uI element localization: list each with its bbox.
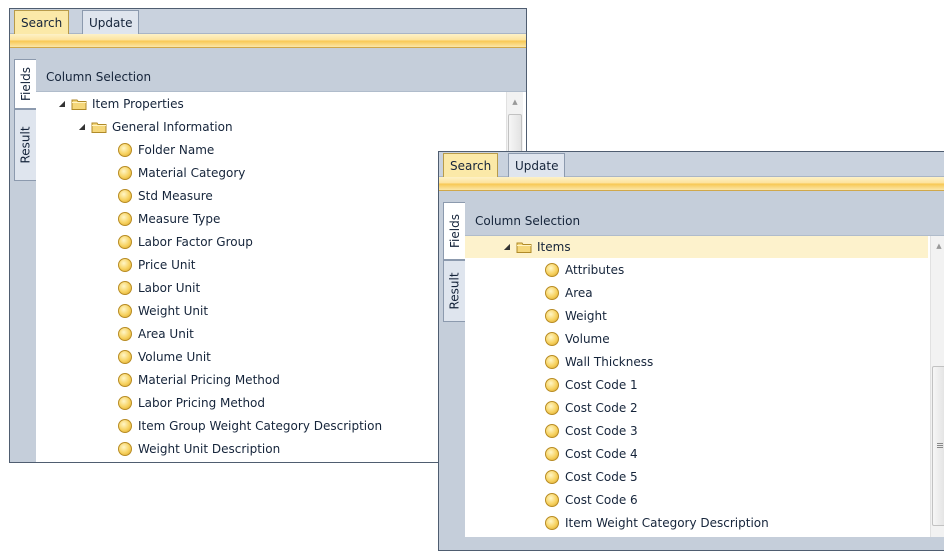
field-dot-icon	[118, 442, 132, 456]
scroll-thumb[interactable]	[508, 114, 522, 154]
scroll-thumb[interactable]	[932, 366, 944, 526]
top-tabstrip: Search Update	[439, 152, 944, 177]
field-dot-icon	[545, 516, 559, 530]
tree-field[interactable]: Folder Name	[118, 139, 214, 161]
tree-field[interactable]: Measure Type	[118, 208, 220, 230]
field-dot-icon	[118, 373, 132, 387]
folder-icon	[91, 121, 107, 133]
tree-field[interactable]: Area	[545, 282, 593, 304]
tree-field[interactable]: Attributes	[545, 259, 624, 281]
expanded-triangle-icon[interactable]: ◢	[56, 98, 68, 110]
column-selection-header: Column Selection	[475, 214, 581, 228]
folder-icon	[516, 241, 532, 253]
tree-field[interactable]: Cost Code 4	[545, 443, 638, 465]
column-selection-header: Column Selection	[46, 70, 152, 84]
tree-field[interactable]: Material Category	[118, 162, 245, 184]
tree-field[interactable]: Cost Code 3	[545, 420, 638, 442]
expanded-triangle-icon[interactable]: ◢	[501, 241, 513, 253]
expanded-triangle-icon[interactable]: ◢	[76, 121, 88, 133]
field-tree: ◢ Items Attributes Area Weight Volume Wa…	[465, 235, 944, 537]
scroll-up-arrow-icon[interactable]: ▲	[507, 94, 523, 110]
field-dot-icon	[118, 258, 132, 272]
field-dot-icon	[545, 401, 559, 415]
scroll-up-arrow-icon[interactable]: ▲	[931, 238, 944, 254]
tree-field[interactable]: Weight Unit	[118, 300, 208, 322]
field-dot-icon	[118, 189, 132, 203]
tree-field[interactable]: Weight Unit Description	[118, 438, 280, 460]
field-dot-icon	[545, 332, 559, 346]
tree-field[interactable]: Labor Unit	[118, 277, 200, 299]
tree-field[interactable]: Labor Factor Group	[118, 231, 253, 253]
field-dot-icon	[545, 447, 559, 461]
tree-node-item-properties[interactable]: ◢ Item Properties	[56, 93, 184, 115]
tree-field[interactable]: Cost Code 2	[545, 397, 638, 419]
tree-node-general-information[interactable]: ◢ General Information	[76, 116, 233, 138]
tree-field[interactable]: Cost Code 5	[545, 466, 638, 488]
tab-update[interactable]: Update	[82, 10, 140, 34]
tree-field[interactable]: Item Weight Category Description	[545, 512, 769, 534]
field-dot-icon	[118, 212, 132, 226]
top-tabstrip: Search Update	[10, 9, 526, 34]
tree-field[interactable]: Item Group Weight Category Description	[118, 415, 382, 437]
tree-field[interactable]: Material Pricing Method	[118, 369, 280, 391]
field-dot-icon	[545, 424, 559, 438]
side-tab-result[interactable]: Result	[14, 109, 36, 181]
tree-field[interactable]: Price Unit	[118, 254, 196, 276]
tab-update[interactable]: Update	[508, 153, 566, 177]
tree-field[interactable]: Cost Code 1	[545, 374, 638, 396]
field-dot-icon	[118, 235, 132, 249]
field-dot-icon	[118, 166, 132, 180]
tab-search[interactable]: Search	[443, 153, 499, 177]
field-dot-icon	[545, 470, 559, 484]
field-dot-icon	[118, 143, 132, 157]
tree-field[interactable]: Labor Pricing Method	[118, 392, 265, 414]
field-dot-icon	[118, 350, 132, 364]
front-panel: Search Update Fields Result Column Selec…	[438, 151, 944, 551]
tab-search[interactable]: Search	[14, 10, 70, 34]
tree-node-items[interactable]: ◢ Items	[465, 236, 928, 258]
field-dot-icon	[545, 309, 559, 323]
folder-icon	[71, 98, 87, 110]
field-dot-icon	[545, 378, 559, 392]
tree-field[interactable]: Cost Code 6	[545, 489, 638, 511]
field-dot-icon	[545, 493, 559, 507]
vertical-scrollbar[interactable]: ▲	[930, 236, 944, 537]
field-dot-icon	[118, 396, 132, 410]
tab-content-band	[439, 177, 944, 191]
tree-field[interactable]: Wall Thickness	[545, 351, 653, 373]
tree-field[interactable]: Volume	[545, 328, 610, 350]
side-tab-fields[interactable]: Fields	[14, 59, 36, 109]
side-tab-fields[interactable]: Fields	[443, 202, 465, 260]
field-dot-icon	[545, 263, 559, 277]
field-dot-icon	[118, 419, 132, 433]
tree-field[interactable]: Weight	[545, 305, 607, 327]
tree-field[interactable]: Area Unit	[118, 323, 194, 345]
field-dot-icon	[545, 286, 559, 300]
tree-field[interactable]: Volume Unit	[118, 346, 211, 368]
field-dot-icon	[545, 355, 559, 369]
tree-field[interactable]: Std Measure	[118, 185, 213, 207]
tab-content-band	[10, 34, 526, 48]
field-dot-icon	[118, 304, 132, 318]
side-tab-result[interactable]: Result	[443, 260, 465, 322]
field-dot-icon	[118, 327, 132, 341]
field-dot-icon	[118, 281, 132, 295]
